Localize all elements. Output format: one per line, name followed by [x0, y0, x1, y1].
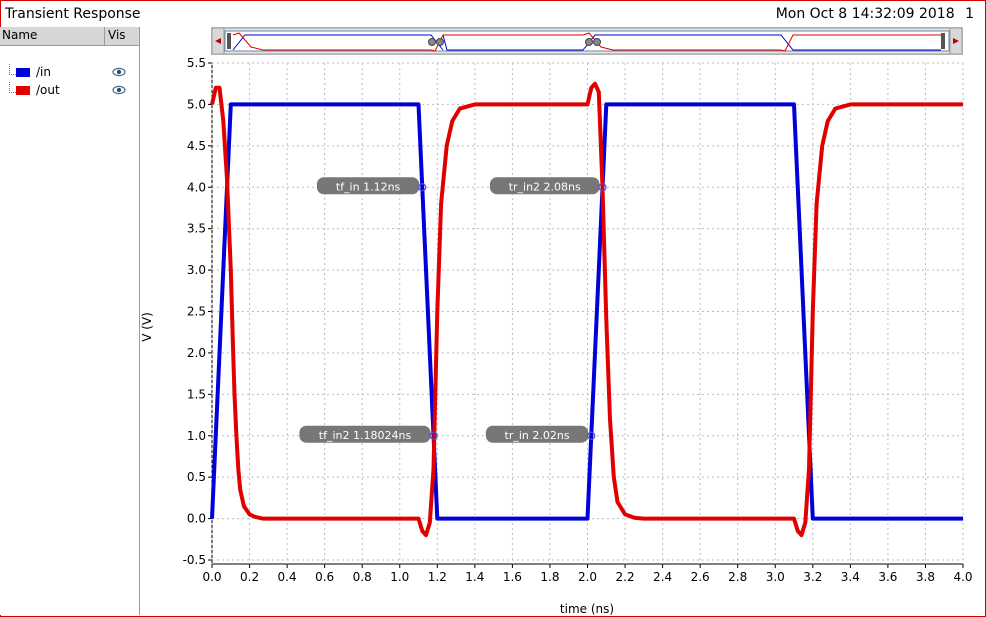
legend-label-out: /out: [36, 83, 60, 97]
column-divider[interactable]: [104, 27, 105, 45]
window-title: Transient Response: [5, 6, 141, 22]
marker-annotation[interactable]: tr_in2 2.08ns: [489, 177, 607, 195]
legend-pane: Name Vis /in /out: [0, 27, 140, 615]
x-tick-label: 1.0: [390, 570, 409, 584]
eye-icon[interactable]: [112, 85, 126, 95]
legend-item-in[interactable]: /in: [0, 64, 139, 81]
x-tick-label: 1.2: [428, 570, 447, 584]
x-tick-label: 2.8: [728, 570, 747, 584]
y-tick-label: 4.0: [187, 180, 206, 194]
legend-label-in: /in: [36, 65, 51, 79]
x-tick-label: 1.6: [503, 570, 522, 584]
page-index: 1: [965, 6, 974, 22]
y-tick-label: -0.5: [183, 553, 206, 567]
swatch-out: [16, 86, 30, 95]
x-tick-label: 0.8: [353, 570, 372, 584]
tree-connector: [9, 82, 16, 93]
tree-connector: [9, 64, 16, 75]
x-tick-label: 0.4: [278, 570, 297, 584]
x-tick-label: 3.0: [766, 570, 785, 584]
y-tick-label: 3.0: [187, 263, 206, 277]
x-tick-label: 3.2: [803, 570, 822, 584]
x-tick-label: 1.8: [540, 570, 559, 584]
x-tick-label: 1.4: [465, 570, 484, 584]
eye-icon[interactable]: [112, 67, 126, 77]
column-header-name[interactable]: Name: [2, 28, 37, 42]
thumb-grip-right[interactable]: [941, 33, 945, 49]
x-tick-label: 2.2: [616, 570, 635, 584]
marker-layer: tf_in 1.12ns tr_in2 2.08ns tf_in2 1.18024n…: [299, 177, 607, 443]
marker-annotation[interactable]: tf_in 1.12ns: [316, 177, 427, 195]
thumb-grip-left[interactable]: [227, 33, 231, 49]
marker-annotation[interactable]: tr_in 2.02ns: [485, 425, 596, 443]
marker-label: tf_in2 1.18024ns: [319, 429, 412, 442]
y-tick-label: 1.0: [187, 429, 206, 443]
y-axis-label: V (V): [140, 312, 154, 342]
x-tick-label: 2.4: [653, 570, 672, 584]
timestamp: Mon Oct 8 14:32:09 2018 1: [776, 6, 974, 22]
y-tick-label: 1.5: [187, 387, 206, 401]
y-tick-label: 2.5: [187, 305, 206, 319]
x-tick-label: 3.8: [916, 570, 935, 584]
marker-label: tf_in 1.12ns: [336, 180, 401, 193]
legend-item-out[interactable]: /out: [0, 82, 139, 99]
x-tick-label: 4.0: [953, 570, 972, 584]
y-tick-label: 4.5: [187, 139, 206, 153]
marker-label: tr_in 2.02ns: [505, 429, 570, 442]
x-tick-label: 3.4: [841, 570, 860, 584]
x-axis-ticks: 0.0 0.2 0.4 0.6 0.8 1.0 1.2 1.4 1.6 1.8 2.0 2.2 2.4 2…: [202, 564, 973, 584]
x-tick-label: 2.0: [578, 570, 597, 584]
x-tick-label: 3.6: [878, 570, 897, 584]
x-tick-label: 2.6: [691, 570, 710, 584]
marker-annotation[interactable]: tf_in2 1.18024ns: [299, 425, 438, 443]
scroll-right-button[interactable]: [949, 27, 963, 55]
scroll-left-button[interactable]: [211, 27, 225, 55]
x-axis-label: time (ns): [560, 602, 614, 616]
y-tick-label: 0.0: [187, 512, 206, 526]
waveform-plot[interactable]: -0.5 0.0 0.5 1.0 1.5 2.0 2.5 3.0 3.5 4.0 4.5 5.0 5.5…: [140, 55, 986, 617]
y-axis-ticks: -0.5 0.0 0.5 1.0 1.5 2.0 2.5 3.0 3.5 4.0 4.5 5.0 5.5: [183, 56, 212, 567]
y-tick-label: 5.0: [187, 97, 206, 111]
x-tick-label: 0.0: [202, 570, 221, 584]
y-tick-label: 0.5: [187, 470, 206, 484]
datetime-text: Mon Oct 8 14:32:09 2018: [775, 6, 955, 22]
y-tick-label: 2.0: [187, 346, 206, 360]
x-tick-label: 0.6: [315, 570, 334, 584]
swatch-in: [16, 68, 30, 77]
y-tick-label: 3.5: [187, 222, 206, 236]
legend-header: Name Vis: [0, 27, 139, 46]
column-header-vis[interactable]: Vis: [108, 28, 126, 42]
y-tick-label: 5.5: [187, 56, 206, 70]
x-tick-label: 0.2: [240, 570, 259, 584]
marker-label: tr_in2 2.08ns: [509, 180, 581, 193]
overview-scrollbar[interactable]: [211, 27, 963, 55]
